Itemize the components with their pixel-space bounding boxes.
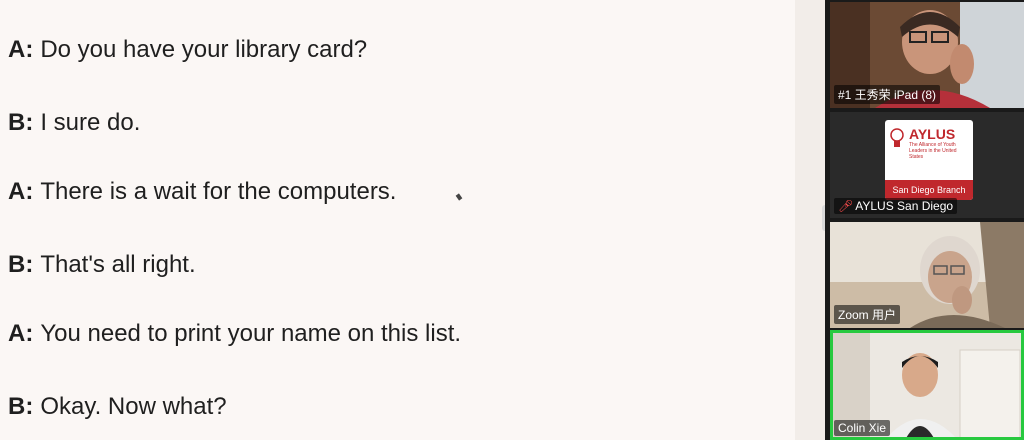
participant-name-tag: Zoom 用户 xyxy=(834,305,901,324)
participant-name-tag: #1 王秀荣 iPad (8) xyxy=(834,85,941,104)
dialogue-text: Do you have your library card? xyxy=(40,36,368,63)
video-gallery: #1 王秀荣 iPad (8) AYLUS The Alliance of Yo… xyxy=(825,0,1024,440)
speaker-label: A: xyxy=(8,178,34,205)
mouse-cursor-icon xyxy=(455,193,463,201)
dialogue-text: I sure do. xyxy=(40,109,141,136)
dialogue-line: A: You need to print your name on this li… xyxy=(8,320,461,348)
speaker-label: B: xyxy=(8,393,34,420)
panel-gutter xyxy=(795,0,825,440)
dialogue-line: B: That's all right. xyxy=(8,251,196,279)
speaker-label: B: xyxy=(8,109,34,136)
dialogue-line: A: There is a wait for the computers. xyxy=(8,178,396,206)
dialogue-text: There is a wait for the computers. xyxy=(40,178,397,205)
lightbulb-icon xyxy=(890,128,904,147)
participant-name-tag: 🎤︎ AYLUS San Diego xyxy=(834,198,958,214)
participant-tile[interactable]: #1 王秀荣 iPad (8) xyxy=(830,2,1024,108)
speaker-label: A: xyxy=(8,320,34,347)
participant-tile[interactable]: AYLUS The Alliance of Youth Leaders in t… xyxy=(830,112,1024,218)
dialogue-line: B: I sure do. xyxy=(8,109,140,137)
dialogue-line: A: Do you have your library card? xyxy=(8,36,367,64)
participant-tile[interactable]: Zoom 用户 xyxy=(830,222,1024,328)
dialogue-line: B: Okay. Now what? xyxy=(8,393,227,421)
dialogue-text: You need to print your name on this list… xyxy=(40,320,462,347)
speaker-label: A: xyxy=(8,36,34,63)
participant-tile-active-speaker[interactable]: Colin Xie xyxy=(830,330,1024,440)
speaker-label: B: xyxy=(8,251,34,278)
aylus-logo: AYLUS The Alliance of Youth Leaders in t… xyxy=(885,120,973,200)
document-area: A: Do you have your library card? B: I sur… xyxy=(0,0,795,440)
dialogue-text: Okay. Now what? xyxy=(40,393,227,420)
mic-muted-icon: 🎤︎ xyxy=(838,199,854,213)
participant-name-tag: Colin Xie xyxy=(834,420,891,436)
dialogue-text: That's all right. xyxy=(40,251,196,278)
